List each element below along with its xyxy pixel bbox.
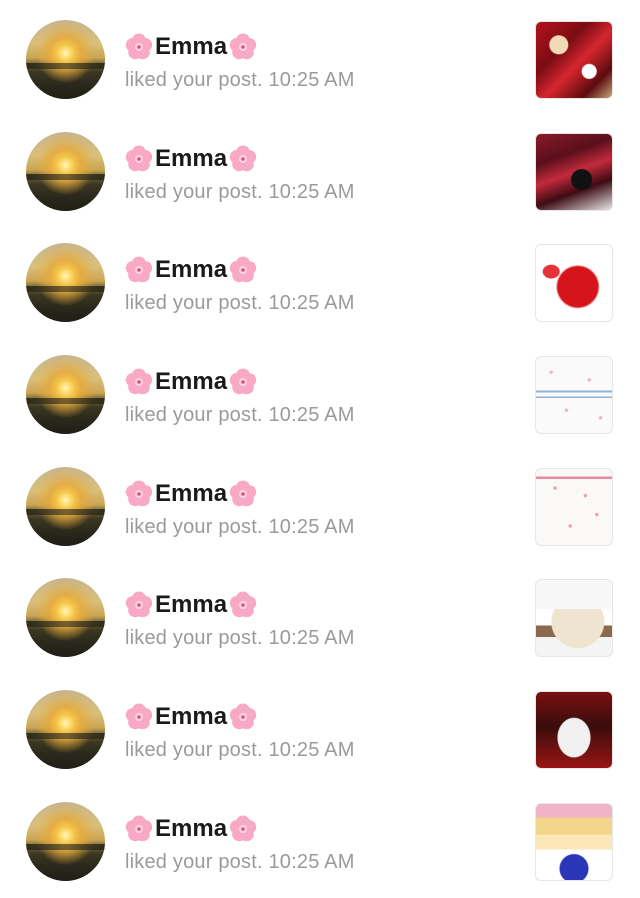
- notification-row[interactable]: Emma liked your post. 10:25 AM: [0, 116, 640, 228]
- notification-text: Emma liked your post. 10:25 AM: [125, 365, 355, 429]
- cherry-blossom-icon: [229, 591, 257, 619]
- post-thumbnail[interactable]: [535, 467, 613, 546]
- notification-text: Emma liked your post. 10:25 AM: [125, 30, 355, 94]
- notification-text: Emma liked your post. 10:25 AM: [125, 812, 355, 876]
- cherry-blossom-icon: [125, 256, 153, 284]
- cherry-blossom-icon: [229, 815, 257, 843]
- notification-action: liked your post. 10:25 AM: [125, 739, 355, 762]
- notification-row[interactable]: Emma liked your post. 10:25 AM: [0, 674, 640, 786]
- notification-action: liked your post. 10:25 AM: [125, 515, 355, 538]
- notification-row[interactable]: Emma liked your post. 10:25 AM: [0, 451, 640, 563]
- notification-row[interactable]: Emma liked your post. 10:25 AM: [0, 786, 640, 898]
- cherry-blossom-icon: [125, 591, 153, 619]
- notification-text: Emma liked your post. 10:25 AM: [125, 700, 355, 764]
- username-text: Emma: [155, 479, 228, 507]
- cherry-blossom-icon: [125, 145, 153, 173]
- post-thumbnail[interactable]: [535, 579, 613, 658]
- post-thumbnail[interactable]: [535, 691, 613, 770]
- notification-action: liked your post. 10:25 AM: [125, 627, 355, 650]
- notification-action: liked your post. 10:25 AM: [125, 404, 355, 427]
- username[interactable]: Emma: [125, 700, 355, 734]
- cherry-blossom-icon: [125, 703, 153, 731]
- notification-action: liked your post. 10:25 AM: [125, 69, 355, 91]
- cherry-blossom-icon: [229, 256, 257, 284]
- notification-row[interactable]: Emma liked your post. 10:25 AM: [0, 562, 640, 674]
- notification-text: Emma liked your post. 10:25 AM: [125, 588, 355, 652]
- avatar[interactable]: [26, 131, 105, 211]
- username[interactable]: Emma: [125, 253, 355, 287]
- cherry-blossom-icon: [125, 33, 153, 61]
- username[interactable]: Emma: [125, 365, 355, 399]
- notification-row[interactable]: Emma liked your post. 10:25 AM: [0, 227, 640, 339]
- cherry-blossom-icon: [125, 368, 153, 396]
- username-text: Emma: [155, 814, 228, 842]
- avatar[interactable]: [26, 243, 105, 323]
- notification-action: liked your post. 10:25 AM: [125, 180, 355, 203]
- username[interactable]: Emma: [125, 477, 355, 511]
- avatar[interactable]: [26, 578, 105, 658]
- username-text: Emma: [155, 144, 228, 172]
- notification-text: Emma liked your post. 10:25 AM: [125, 142, 355, 206]
- post-thumbnail[interactable]: [535, 802, 613, 881]
- notification-action: liked your post. 10:25 AM: [125, 850, 355, 873]
- avatar[interactable]: [26, 801, 105, 881]
- username-text: Emma: [155, 256, 228, 284]
- notifications-list: Emma liked your post. 10:25 AM Emma like…: [0, 0, 640, 898]
- avatar[interactable]: [26, 20, 105, 99]
- post-thumbnail[interactable]: [535, 132, 613, 211]
- avatar[interactable]: [26, 355, 105, 435]
- username-text: Emma: [155, 368, 228, 396]
- username-text: Emma: [155, 591, 228, 619]
- cherry-blossom-icon: [229, 368, 257, 396]
- notification-text: Emma liked your post. 10:25 AM: [125, 477, 355, 541]
- notification-row[interactable]: Emma liked your post. 10:25 AM: [0, 339, 640, 451]
- cherry-blossom-icon: [229, 480, 257, 508]
- avatar[interactable]: [26, 466, 105, 546]
- username[interactable]: Emma: [125, 30, 355, 64]
- cherry-blossom-icon: [125, 480, 153, 508]
- notification-text: Emma liked your post. 10:25 AM: [125, 253, 355, 317]
- notification-action: liked your post. 10:25 AM: [125, 292, 355, 315]
- cherry-blossom-icon: [125, 815, 153, 843]
- post-thumbnail[interactable]: [535, 21, 613, 99]
- notification-row[interactable]: Emma liked your post. 10:25 AM: [0, 4, 640, 116]
- avatar[interactable]: [26, 690, 105, 770]
- username-text: Emma: [155, 33, 228, 60]
- cherry-blossom-icon: [229, 703, 257, 731]
- post-thumbnail[interactable]: [535, 356, 613, 435]
- username[interactable]: Emma: [125, 588, 355, 622]
- cherry-blossom-icon: [229, 145, 257, 173]
- username[interactable]: Emma: [125, 812, 355, 846]
- username[interactable]: Emma: [125, 142, 355, 176]
- cherry-blossom-icon: [229, 33, 257, 61]
- post-thumbnail[interactable]: [535, 244, 613, 323]
- username-text: Emma: [155, 703, 228, 731]
